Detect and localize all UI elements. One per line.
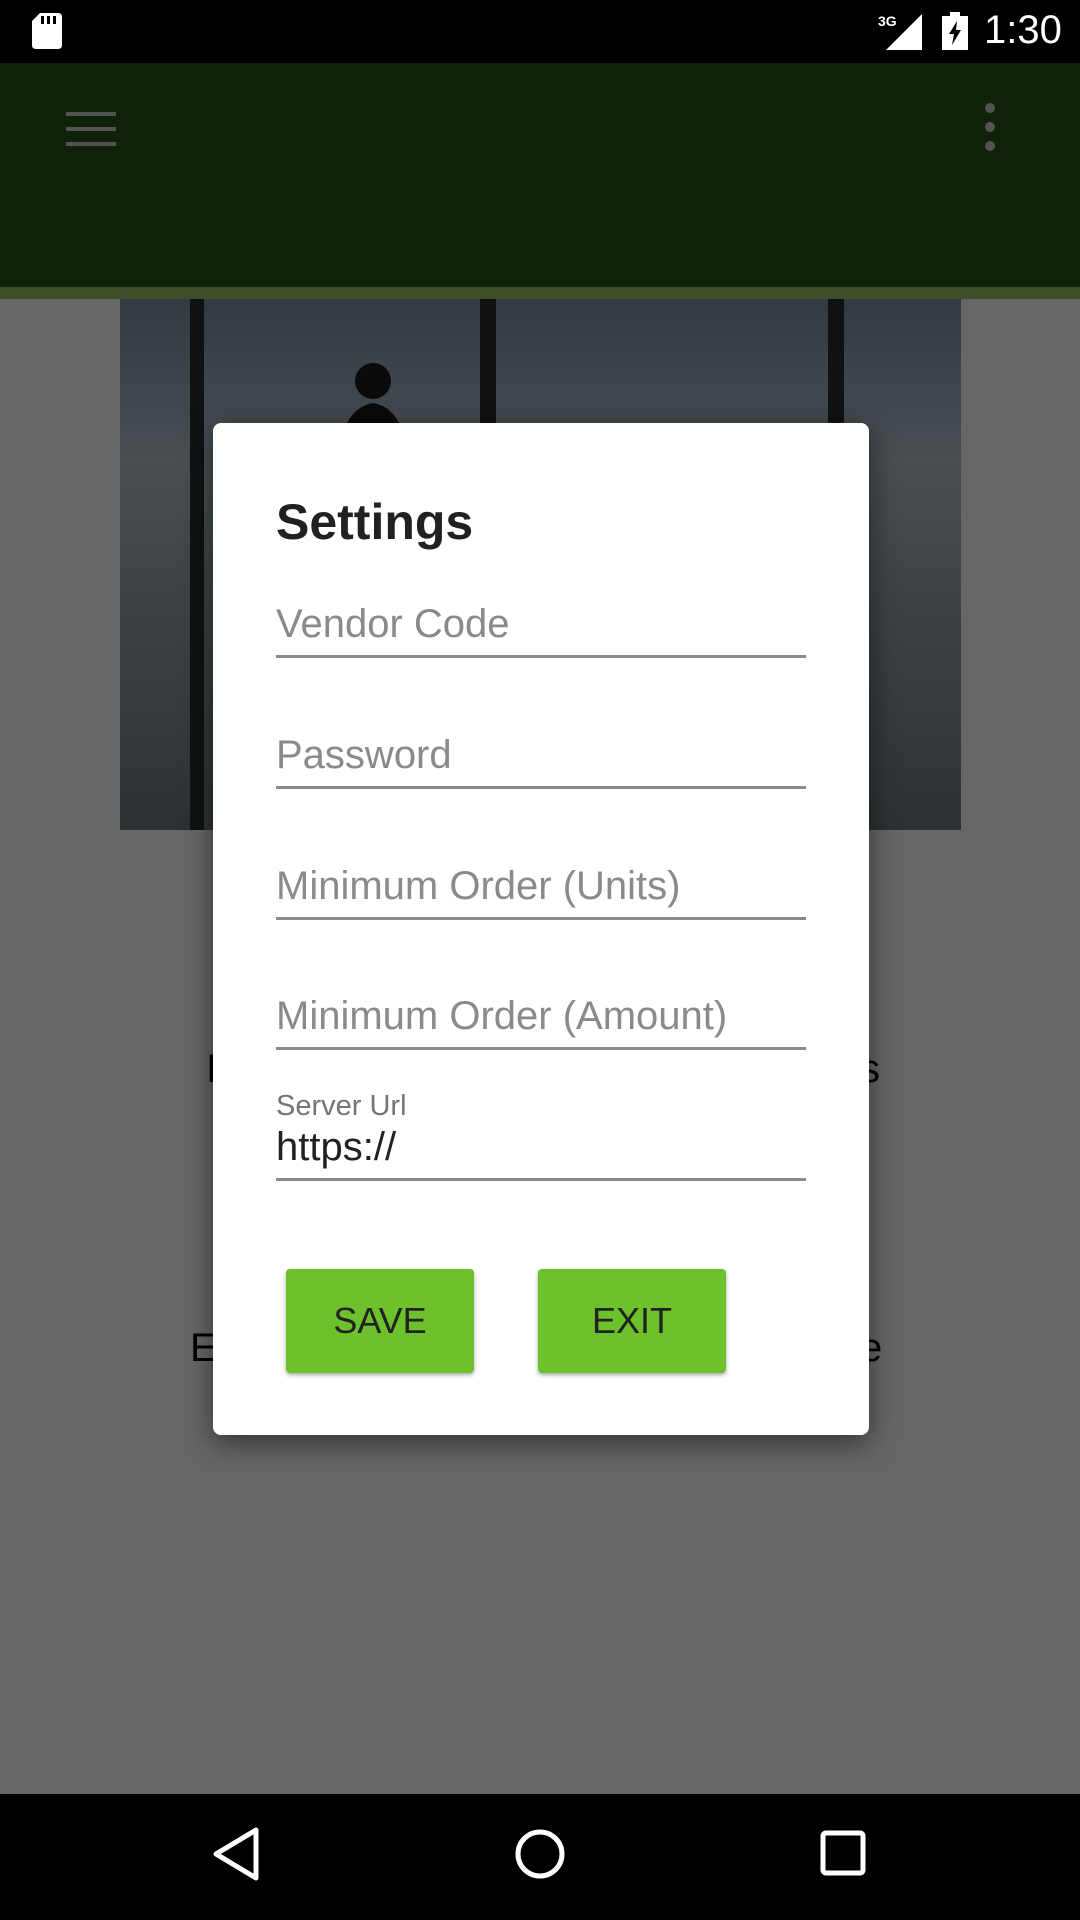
- navigation-bar: [0, 1794, 1080, 1920]
- status-bar: 3G 1:30: [0, 0, 1080, 63]
- min-order-units-field: [276, 847, 806, 920]
- svg-text:3G: 3G: [878, 13, 897, 29]
- password-field: [276, 716, 806, 789]
- server-url-field: [276, 1108, 806, 1181]
- dialog-title: Settings: [276, 494, 474, 550]
- password-input[interactable]: [276, 733, 806, 778]
- status-time: 1:30: [984, 8, 1062, 52]
- sd-card-icon: [32, 13, 62, 49]
- vendor-code-field: [276, 585, 806, 658]
- exit-button[interactable]: EXIT: [538, 1269, 726, 1373]
- min-order-amount-field: [276, 977, 806, 1050]
- min-order-units-input[interactable]: [276, 864, 806, 909]
- min-order-amount-input[interactable]: [276, 994, 806, 1039]
- home-icon[interactable]: [514, 1828, 566, 1880]
- signal-icon: 3G: [878, 13, 922, 50]
- vendor-code-input[interactable]: [276, 602, 806, 647]
- recent-apps-icon[interactable]: [820, 1830, 866, 1876]
- settings-dialog: Settings Server Url SAVE EXIT: [213, 423, 869, 1435]
- server-url-input[interactable]: [276, 1125, 806, 1170]
- back-icon[interactable]: [212, 1826, 260, 1882]
- save-button[interactable]: SAVE: [286, 1269, 474, 1373]
- battery-charging-icon: [942, 12, 968, 50]
